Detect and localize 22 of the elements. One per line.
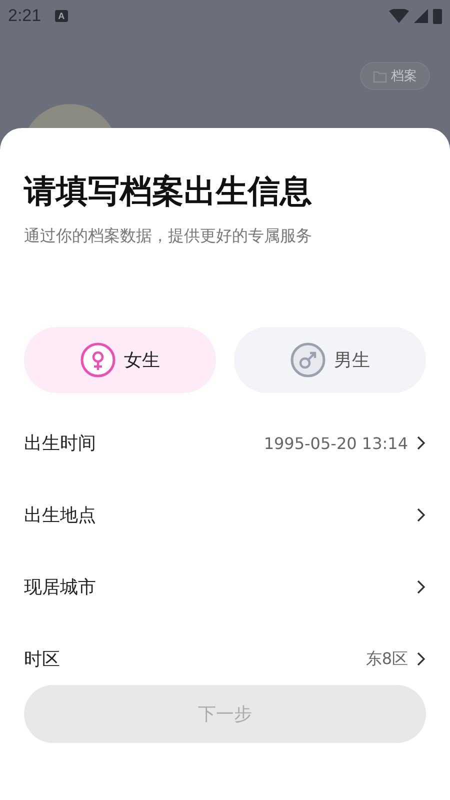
signal-icon — [414, 9, 428, 23]
row-label: 时区 — [24, 648, 60, 671]
battery-icon — [433, 8, 442, 24]
female-symbol-icon — [80, 342, 116, 378]
row-value: 1995-05-20 13:14 — [264, 434, 408, 452]
gender-option[interactable]: 男生 — [234, 327, 426, 393]
chevron-right-icon[interactable] — [416, 652, 426, 666]
row-label: 出生时间 — [24, 432, 96, 455]
folder-icon — [373, 70, 387, 82]
row-value: 东8区 — [366, 648, 408, 670]
chevron-right-icon[interactable] — [416, 580, 426, 594]
status-time: 2:21 — [8, 6, 42, 26]
notification-icon: A — [55, 10, 68, 22]
row-label: 出生地点 — [24, 504, 96, 527]
gender-option[interactable]: 女生 — [24, 327, 216, 393]
row-label: 现居城市 — [24, 576, 96, 599]
wifi-icon — [389, 9, 409, 23]
chevron-right-icon[interactable] — [416, 508, 426, 522]
chevron-right-icon[interactable] — [416, 436, 426, 450]
male-symbol-icon — [290, 342, 326, 378]
sheet-subtitle: 通过你的档案数据，提供更好的专属服务 — [24, 226, 313, 247]
sheet-title: 请填写档案出生信息 — [24, 171, 313, 212]
